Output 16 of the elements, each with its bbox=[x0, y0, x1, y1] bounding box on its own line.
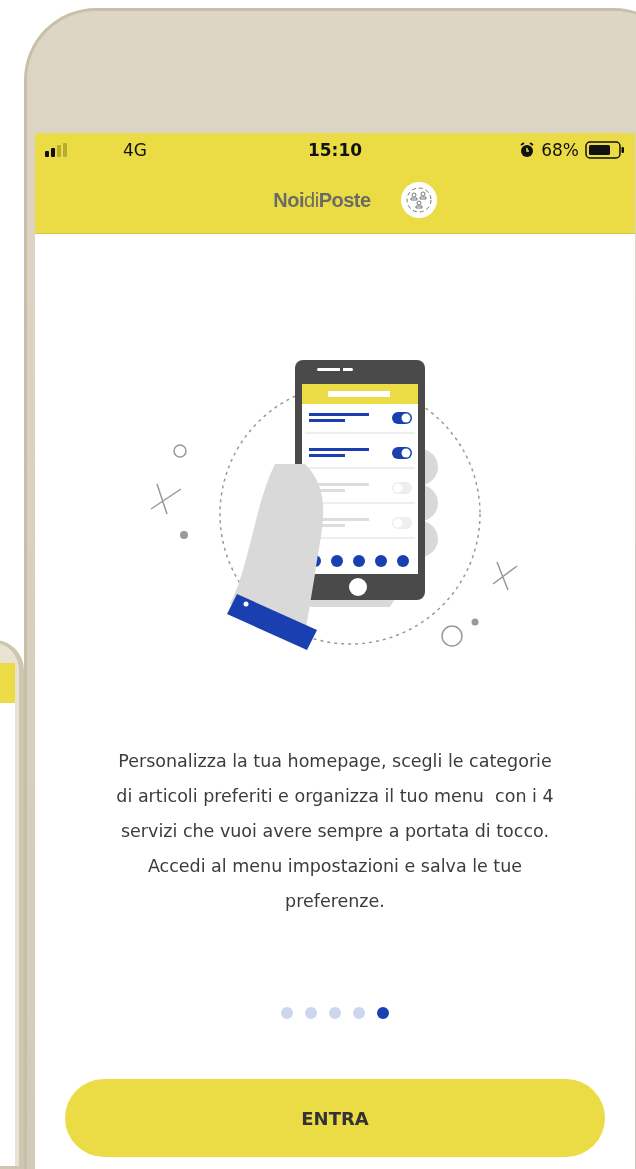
page-dot[interactable] bbox=[305, 1007, 317, 1019]
page-dot[interactable] bbox=[329, 1007, 341, 1019]
page-dot[interactable] bbox=[353, 1007, 365, 1019]
app-logo: NoidiPoste bbox=[273, 188, 371, 212]
alarm-icon bbox=[519, 142, 536, 158]
battery-percent: 68% bbox=[541, 140, 579, 160]
onboarding-text: Personalizza la tua homepage, scegli le categorie di articoli preferiti e organizza il tuo menu con i 4 servizi che vuoi avere sempre a portata di tocco. Accedi al menu impostazioni e salva le tue preferenze. bbox=[115, 750, 555, 913]
community-button[interactable] bbox=[400, 182, 437, 218]
clock-time: 15:10 bbox=[306, 140, 364, 160]
page-dot[interactable] bbox=[281, 1007, 293, 1019]
signal-icon bbox=[45, 143, 67, 157]
people-icon bbox=[404, 186, 433, 214]
battery-icon bbox=[585, 141, 625, 159]
page-dot[interactable] bbox=[377, 1007, 389, 1019]
network-label: 4G bbox=[123, 140, 147, 160]
enter-button[interactable]: ENTRA bbox=[65, 1079, 605, 1157]
